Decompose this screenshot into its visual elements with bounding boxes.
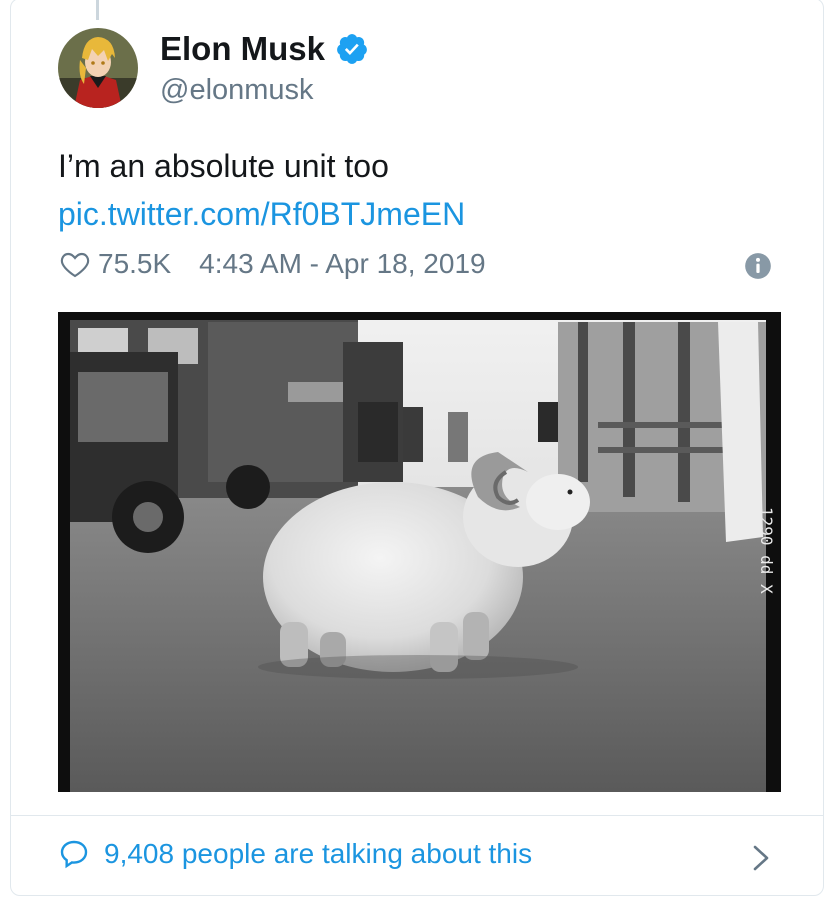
author-name[interactable]: Elon Musk	[160, 30, 325, 68]
tweet-photo[interactable]: 1290 dd X	[58, 312, 781, 792]
reply-bubble-icon	[60, 840, 88, 869]
conversation-label: 9,408 people are talking about this	[104, 838, 533, 869]
author-name-row: Elon Musk	[160, 30, 369, 68]
like-count: 75.5K	[98, 248, 172, 279]
heart-icon[interactable]	[58, 248, 92, 280]
tweet-meta-row: 75.5K 4:43 AM - Apr 18, 2019	[58, 248, 486, 280]
chevron-right-icon[interactable]	[750, 843, 772, 873]
avatar[interactable]	[58, 28, 138, 108]
info-icon[interactable]	[744, 252, 772, 280]
photo-edge-code: 1290 dd X	[757, 507, 776, 594]
conversation-link[interactable]: 9,408 people are talking about this	[58, 838, 532, 870]
tweet-media-link[interactable]: pic.twitter.com/Rf0BTJmeEN	[58, 196, 465, 233]
card-divider	[10, 815, 824, 816]
author-handle[interactable]: @elonmusk	[160, 74, 314, 107]
tweet-timestamp[interactable]: 4:43 AM - Apr 18, 2019	[199, 248, 485, 280]
verified-badge-icon	[337, 34, 367, 64]
tweet-text: I’m an absolute unit too	[58, 148, 389, 184]
thread-connector-line	[96, 0, 99, 20]
